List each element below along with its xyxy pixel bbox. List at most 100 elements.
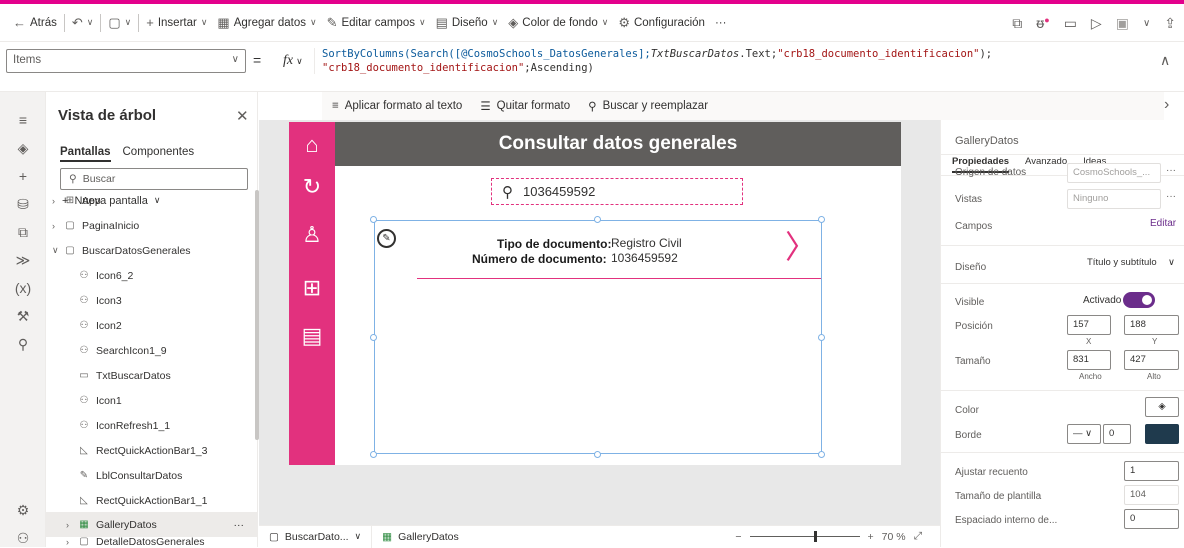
home-icon[interactable]: ⌂ xyxy=(289,132,335,158)
tree-node-control[interactable]: ⚇ IconRefresh1_1 xyxy=(46,413,258,438)
width-input[interactable]: 831 xyxy=(1067,350,1111,370)
fx-button[interactable]: fx ∨ xyxy=(271,48,315,74)
tree-node-control[interactable]: ⚇ Icon1 xyxy=(46,388,258,413)
media-icon[interactable]: ⧉ xyxy=(0,224,46,241)
edit-fields-button[interactable]: ✎ Editar campos ∨ xyxy=(322,9,431,37)
position-x-input[interactable]: 157 xyxy=(1067,315,1111,335)
clipboard-icon[interactable]: ▤ xyxy=(289,323,335,349)
padding-input[interactable]: 0 xyxy=(1124,509,1179,529)
variables-icon[interactable]: (x) xyxy=(0,280,46,296)
save-icon[interactable]: ▣ xyxy=(1116,15,1129,32)
tab-components[interactable]: Componentes xyxy=(123,146,195,162)
data-icon[interactable]: ⛁ xyxy=(0,196,46,213)
resize-handle[interactable] xyxy=(594,451,601,458)
more-icon[interactable]: ··· xyxy=(234,519,245,531)
format-text-button[interactable]: ≡ Aplicar formato al texto xyxy=(332,100,462,112)
tree-node-control[interactable]: ▭ TxtBuscarDatos xyxy=(46,363,258,388)
settings-button[interactable]: ⚙ Configuración xyxy=(613,9,710,37)
design-button[interactable]: ▤ Diseño ∨ xyxy=(431,9,504,37)
close-icon[interactable]: ✕ xyxy=(236,107,249,125)
tree-node-control[interactable]: ⚇ SearchIcon1_9 xyxy=(46,338,258,363)
zoom-slider[interactable] xyxy=(749,531,860,542)
add-document-icon[interactable]: ⊞ xyxy=(289,275,335,301)
layers-icon[interactable]: ◈ xyxy=(0,140,46,157)
tree-node-control[interactable]: ⚇ Icon3 xyxy=(46,288,258,313)
search-data-input[interactable]: ⚲ 1036459592 xyxy=(491,178,743,205)
edit-pencil-icon[interactable]: ✎ xyxy=(377,229,396,248)
chevron-right-icon[interactable]: 〉 xyxy=(785,227,817,267)
breadcrumb-screen[interactable]: ▢ BuscarDato... ∨ xyxy=(259,526,371,548)
more-icon[interactable]: ··· xyxy=(1166,165,1176,176)
toolbar-right-actions: ⧉ ᵿ● ▭ ▷ ▣ ∨ ⇪ xyxy=(1012,8,1176,38)
visible-toggle[interactable] xyxy=(1123,292,1155,308)
tree-node-gallery-selected[interactable]: › ▦ GalleryDatos ··· xyxy=(46,512,258,537)
collapse-formula-icon[interactable]: ∧ xyxy=(1160,52,1170,69)
resize-handle[interactable] xyxy=(370,451,377,458)
chevron-right-icon[interactable]: › xyxy=(1164,96,1169,114)
formula-input[interactable]: SortByColumns(Search([@CosmoSchools_Dato… xyxy=(322,47,1142,75)
virtual-agent-icon[interactable]: ⚇ xyxy=(0,530,46,547)
settings-icon[interactable]: ⚙ xyxy=(0,502,46,519)
border-width-input[interactable]: 0 xyxy=(1103,424,1131,444)
add-data-button[interactable]: ▦ Agregar datos ∨ xyxy=(212,9,321,37)
publish-icon[interactable]: ⇪ xyxy=(1164,15,1176,32)
resize-handle[interactable] xyxy=(370,334,377,341)
power-automate-icon[interactable]: ≫ xyxy=(0,252,46,269)
views-dropdown[interactable]: Ninguno xyxy=(1067,189,1161,209)
resize-handle[interactable] xyxy=(818,216,825,223)
insert-button[interactable]: + Insertar ∨ xyxy=(141,9,212,37)
fill-color-button[interactable]: ◈ xyxy=(1145,397,1179,417)
background-color-button[interactable]: ◈ Color de fondo ∨ xyxy=(503,9,613,37)
tree-node-control[interactable]: ◺ RectQuickActionBar1_1 xyxy=(46,488,258,513)
edit-fields-link[interactable]: Editar xyxy=(1150,218,1176,229)
plus-icon[interactable]: + xyxy=(0,168,46,184)
menu-icon[interactable]: ≡ xyxy=(0,112,46,128)
tools-icon[interactable]: ⚒ xyxy=(0,308,46,325)
border-style-dropdown[interactable]: — ∨ xyxy=(1067,424,1101,444)
remove-format-button[interactable]: ☰ Quitar formato xyxy=(480,99,570,113)
stethoscope-icon[interactable]: ᵿ● xyxy=(1036,15,1049,31)
tree-node-screen[interactable]: ∨ ▢ BuscarDatosGenerales xyxy=(46,238,258,263)
resize-handle[interactable] xyxy=(818,451,825,458)
add-user-icon[interactable]: ♙ xyxy=(289,222,335,248)
tree-node-control[interactable]: ✎ LblConsultarDatos xyxy=(46,463,258,488)
app-checker-icon[interactable]: ⧉ xyxy=(1012,15,1022,32)
fit-screen-icon[interactable]: ⤢ xyxy=(914,530,922,543)
zoom-out-icon[interactable]: − xyxy=(735,531,741,543)
property-dropdown[interactable]: Items ∨ xyxy=(6,49,246,73)
tree-node-app[interactable]: › ⊞ App xyxy=(46,188,258,213)
border-color-swatch[interactable] xyxy=(1145,424,1179,444)
tree-node-control[interactable]: ◺ RectQuickActionBar1_3 xyxy=(46,438,258,463)
more-icon[interactable]: ··· xyxy=(1166,191,1176,202)
undo-button[interactable]: ↶ ∨ xyxy=(67,9,99,37)
tree-node-screen[interactable]: › ▢ PaginaInicio xyxy=(46,213,258,238)
resize-handle[interactable] xyxy=(594,216,601,223)
breadcrumb-control[interactable]: ▦ GalleryDatos xyxy=(371,525,469,548)
comment-icon[interactable]: ▭ xyxy=(1064,15,1077,32)
resize-handle[interactable] xyxy=(818,334,825,341)
paste-button[interactable]: ▢ ∨ xyxy=(103,9,136,37)
back-button[interactable]: ← Atrás xyxy=(8,9,62,37)
resize-handle[interactable] xyxy=(370,216,377,223)
position-y-input[interactable]: 188 xyxy=(1124,315,1179,335)
tree-node-screen[interactable]: › ▢ DetalleDatosGenerales xyxy=(46,536,258,547)
template-size-input[interactable]: 104 xyxy=(1124,485,1179,505)
zoom-in-icon[interactable]: + xyxy=(868,531,874,543)
chevron-down-icon[interactable]: ∨ xyxy=(1143,18,1150,29)
tab-advanced[interactable]: Avanzado xyxy=(1025,156,1067,173)
paint-bucket-icon: ◈ xyxy=(508,14,519,30)
tree-search-input[interactable]: ⚲ Buscar xyxy=(60,168,248,190)
refresh-icon[interactable]: ↻ xyxy=(289,174,335,200)
tree-node-control[interactable]: ⚇ Icon2 xyxy=(46,313,258,338)
tab-screens[interactable]: Pantallas xyxy=(60,146,111,162)
find-replace-button[interactable]: ⚲ Buscar y reemplazar xyxy=(588,99,708,113)
autofit-input[interactable]: 1 xyxy=(1124,461,1179,481)
plus-icon: + xyxy=(146,15,154,30)
tree-node-control[interactable]: ⚇ Icon6_2 xyxy=(46,263,258,288)
layout-dropdown[interactable]: Título y subtítulo ∨ xyxy=(1082,254,1179,274)
more-button[interactable]: ··· xyxy=(710,9,732,37)
data-source-dropdown[interactable]: CosmoSchools_... xyxy=(1067,163,1161,183)
search-icon[interactable]: ⚲ xyxy=(0,336,46,353)
height-input[interactable]: 427 xyxy=(1124,350,1179,370)
play-icon[interactable]: ▷ xyxy=(1091,15,1102,32)
